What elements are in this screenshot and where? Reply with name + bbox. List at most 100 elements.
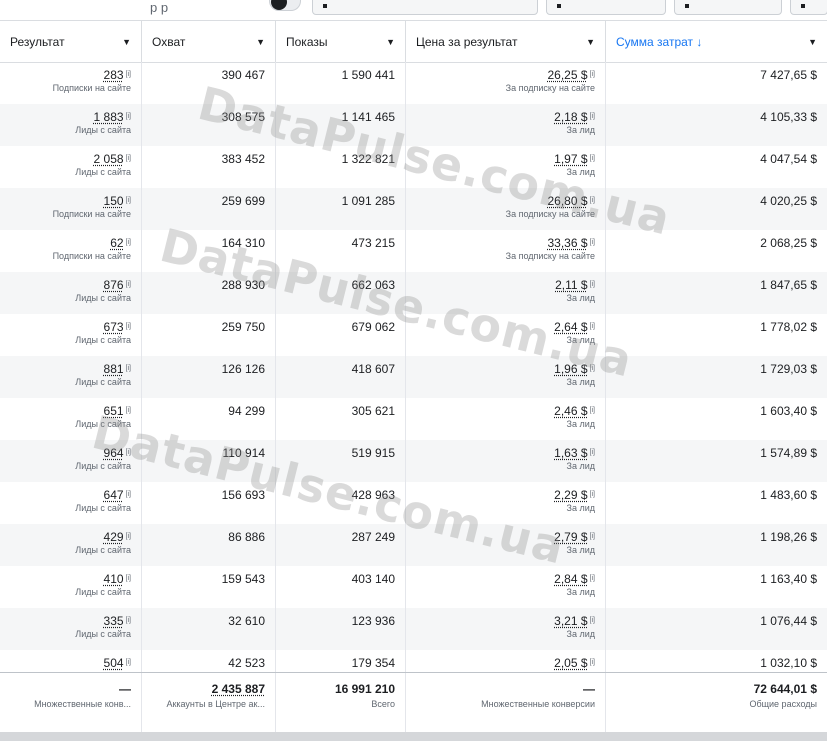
cell-value[interactable]: 26,80 $ [i]: [416, 194, 596, 208]
value-text[interactable]: 62: [110, 236, 123, 250]
value-text[interactable]: 26,80 $: [548, 194, 588, 208]
value-text[interactable]: 876: [104, 278, 124, 292]
column-header-cost-per-result[interactable]: Цена за результат ▼: [406, 21, 606, 62]
column-header-result[interactable]: Результат ▼: [0, 21, 142, 62]
value-text[interactable]: 26,25 $: [548, 68, 588, 82]
table-row[interactable]: 283 [i] Подписки на сайте 390 467 1 590 441 2…: [0, 62, 827, 104]
cell-value[interactable]: 1,63 $ [i]: [416, 446, 595, 460]
value-text[interactable]: 3,21 $: [554, 614, 587, 628]
info-icon[interactable]: [i]: [126, 656, 131, 670]
cell-value[interactable]: 651 [i]: [10, 404, 131, 418]
info-icon[interactable]: [i]: [126, 320, 131, 334]
table-row[interactable]: 651 [i] Лиды с сайта 94 299 305 621 2,46 $ [i]…: [0, 398, 827, 440]
cell-value[interactable]: 410 [i]: [10, 572, 131, 586]
cell-value[interactable]: 504 [i]: [10, 656, 131, 670]
cell-value[interactable]: 1 883 [i]: [10, 110, 131, 124]
info-icon[interactable]: [i]: [590, 110, 595, 124]
toolbar-button[interactable]: [674, 0, 782, 15]
cell-value[interactable]: 876 [i]: [10, 278, 131, 292]
value-text[interactable]: 647: [104, 488, 124, 502]
value-text[interactable]: 283: [104, 68, 124, 82]
value-text[interactable]: 651: [104, 404, 124, 418]
value-text[interactable]: 335: [104, 614, 124, 628]
info-icon[interactable]: [i]: [126, 362, 131, 376]
info-icon[interactable]: [i]: [590, 404, 595, 418]
value-text[interactable]: 2,18 $: [554, 110, 587, 124]
value-text[interactable]: 2,29 $: [554, 488, 587, 502]
cell-value[interactable]: 2,79 $ [i]: [416, 530, 595, 544]
info-icon[interactable]: [i]: [590, 446, 595, 460]
info-icon[interactable]: [i]: [590, 362, 595, 376]
value-text[interactable]: 410: [104, 572, 124, 586]
table-row[interactable]: 62 [i] Подписки на сайте 164 310 473 215 33,3…: [0, 230, 827, 272]
info-icon[interactable]: [i]: [590, 278, 595, 292]
info-icon[interactable]: [i]: [126, 194, 131, 208]
value-text[interactable]: 33,36 $: [548, 236, 588, 250]
column-header-reach[interactable]: Охват ▼: [142, 21, 276, 62]
cell-value[interactable]: 33,36 $ [i]: [416, 236, 596, 250]
cell-value[interactable]: 647 [i]: [10, 488, 131, 502]
value-text[interactable]: 1 883: [94, 110, 124, 124]
info-icon[interactable]: [i]: [126, 278, 131, 292]
table-row[interactable]: 335 [i] Лиды с сайта 32 610 123 936 3,21 $ [i]…: [0, 608, 827, 650]
cell-value[interactable]: 2,05 $ [i]: [416, 656, 595, 670]
info-icon[interactable]: [i]: [590, 320, 595, 334]
cell-value[interactable]: 881 [i]: [10, 362, 131, 376]
value-text[interactable]: 2,79 $: [554, 530, 587, 544]
cell-value[interactable]: 2,46 $ [i]: [416, 404, 595, 418]
cell-value[interactable]: 62 [i]: [10, 236, 131, 250]
info-icon[interactable]: [i]: [126, 572, 131, 586]
value-text[interactable]: 964: [104, 446, 124, 460]
info-icon[interactable]: [i]: [590, 656, 595, 670]
cell-value[interactable]: 2 058 [i]: [10, 152, 131, 166]
info-icon[interactable]: [i]: [126, 152, 131, 166]
table-row[interactable]: 1 883 [i] Лиды с сайта 308 575 1 141 465 2,18…: [0, 104, 827, 146]
info-icon[interactable]: [i]: [126, 530, 131, 544]
info-icon[interactable]: [i]: [126, 68, 131, 82]
value-text[interactable]: 504: [104, 656, 124, 670]
toolbar-icon-button[interactable]: [790, 0, 827, 15]
info-icon[interactable]: [i]: [590, 614, 595, 628]
cell-value[interactable]: 429 [i]: [10, 530, 131, 544]
cell-value[interactable]: 2,84 $ [i]: [416, 572, 595, 586]
toolbar-dropdown[interactable]: [312, 0, 538, 15]
cell-value[interactable]: 2,18 $ [i]: [416, 110, 595, 124]
cell-value[interactable]: 335 [i]: [10, 614, 131, 628]
info-icon[interactable]: [i]: [590, 236, 595, 250]
table-row[interactable]: 964 [i] Лиды с сайта 110 914 519 915 1,63 $ [i…: [0, 440, 827, 482]
table-row[interactable]: 429 [i] Лиды с сайта 86 886 287 249 2,79 $ [i]…: [0, 524, 827, 566]
info-icon[interactable]: [i]: [126, 446, 131, 460]
table-row[interactable]: 673 [i] Лиды с сайта 259 750 679 062 2,64 $ [i…: [0, 314, 827, 356]
cell-value[interactable]: 1,97 $ [i]: [416, 152, 595, 166]
value-text[interactable]: 150: [104, 194, 124, 208]
table-row[interactable]: 410 [i] Лиды с сайта 159 543 403 140 2,84 $ [i…: [0, 566, 827, 608]
cell-value[interactable]: 1,96 $ [i]: [416, 362, 595, 376]
cell-value[interactable]: 26,25 $ [i]: [416, 68, 596, 82]
value-text[interactable]: 673: [104, 320, 124, 334]
value-text[interactable]: 1,97 $: [554, 152, 587, 166]
table-row[interactable]: 2 058 [i] Лиды с сайта 383 452 1 322 821 1,97…: [0, 146, 827, 188]
info-icon[interactable]: [i]: [590, 68, 595, 82]
info-icon[interactable]: [i]: [126, 488, 131, 502]
info-icon[interactable]: [i]: [590, 572, 595, 586]
info-icon[interactable]: [i]: [126, 236, 131, 250]
cell-value[interactable]: 283 [i]: [10, 68, 131, 82]
value-text[interactable]: 2,84 $: [554, 572, 587, 586]
info-icon[interactable]: [i]: [126, 404, 131, 418]
info-icon[interactable]: [i]: [590, 194, 595, 208]
summary-value[interactable]: 2 435 887: [152, 682, 265, 697]
value-text[interactable]: 2 058: [94, 152, 124, 166]
info-icon[interactable]: [i]: [126, 614, 131, 628]
value-text[interactable]: 2,64 $: [554, 320, 587, 334]
horizontal-scrollbar[interactable]: [0, 732, 827, 741]
table-row[interactable]: 881 [i] Лиды с сайта 126 126 418 607 1,96 $ [i…: [0, 356, 827, 398]
cell-value[interactable]: 2,64 $ [i]: [416, 320, 595, 334]
toolbar-button[interactable]: [546, 0, 666, 15]
cell-value[interactable]: 964 [i]: [10, 446, 131, 460]
cell-value[interactable]: 3,21 $ [i]: [416, 614, 595, 628]
cell-value[interactable]: 150 [i]: [10, 194, 131, 208]
value-text[interactable]: 881: [104, 362, 124, 376]
cell-value[interactable]: 2,29 $ [i]: [416, 488, 595, 502]
value-text[interactable]: 429: [104, 530, 124, 544]
value-text[interactable]: 2,46 $: [554, 404, 587, 418]
